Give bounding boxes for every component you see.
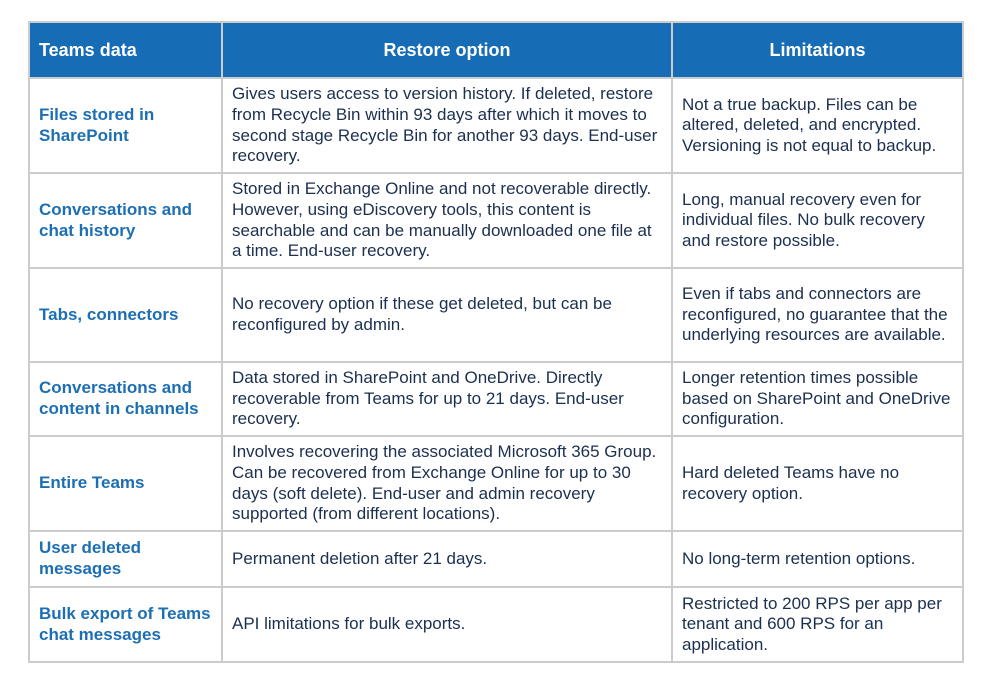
teams-data-cell: Conversations and chat history (28, 172, 223, 269)
limitations-cell: No long-term retention options. (671, 530, 964, 588)
table-row: Tabs, connectors No recovery option if t… (28, 267, 964, 363)
limitations-cell: Not a true backup. Files can be altered,… (671, 77, 964, 174)
limitations-cell: Hard deleted Teams have no recovery opti… (671, 435, 964, 532)
table-header-row: Teams data Restore option Limitations (28, 21, 964, 79)
restore-option-cell: API limitations for bulk exports. (221, 586, 673, 663)
restore-option-cell: Involves recovering the associated Micro… (221, 435, 673, 532)
teams-data-cell: Files stored in SharePoint (28, 77, 223, 174)
limitations-cell: Longer retention times possible based on… (671, 361, 964, 437)
restore-option-cell: Permanent deletion after 21 days. (221, 530, 673, 588)
table-row: Conversations and chat history Stored in… (28, 172, 964, 269)
limitations-cell: Long, manual recovery even for individua… (671, 172, 964, 269)
teams-data-cell: Bulk export of Teams chat messages (28, 586, 223, 663)
restore-option-cell: Gives users access to version history. I… (221, 77, 673, 174)
limitations-cell: Restricted to 200 RPS per app per tenant… (671, 586, 964, 663)
restore-option-cell: Stored in Exchange Online and not recove… (221, 172, 673, 269)
restore-option-cell: Data stored in SharePoint and OneDrive. … (221, 361, 673, 437)
teams-restore-table: Teams data Restore option Limitations Fi… (28, 21, 964, 663)
teams-data-cell: Conversations and content in channels (28, 361, 223, 437)
table-row: Entire Teams Involves recovering the ass… (28, 435, 964, 532)
table-row: Files stored in SharePoint Gives users a… (28, 77, 964, 174)
teams-data-cell: Tabs, connectors (28, 267, 223, 363)
header-restore-option: Restore option (221, 21, 673, 79)
teams-data-cell: Entire Teams (28, 435, 223, 532)
table-row: User deleted messages Permanent deletion… (28, 530, 964, 588)
restore-option-cell: No recovery option if these get deleted,… (221, 267, 673, 363)
limitations-cell: Even if tabs and connectors are reconfig… (671, 267, 964, 363)
header-limitations: Limitations (671, 21, 964, 79)
table-row: Bulk export of Teams chat messages API l… (28, 586, 964, 663)
header-teams-data: Teams data (28, 21, 223, 79)
table-row: Conversations and content in channels Da… (28, 361, 964, 437)
teams-data-cell: User deleted messages (28, 530, 223, 588)
